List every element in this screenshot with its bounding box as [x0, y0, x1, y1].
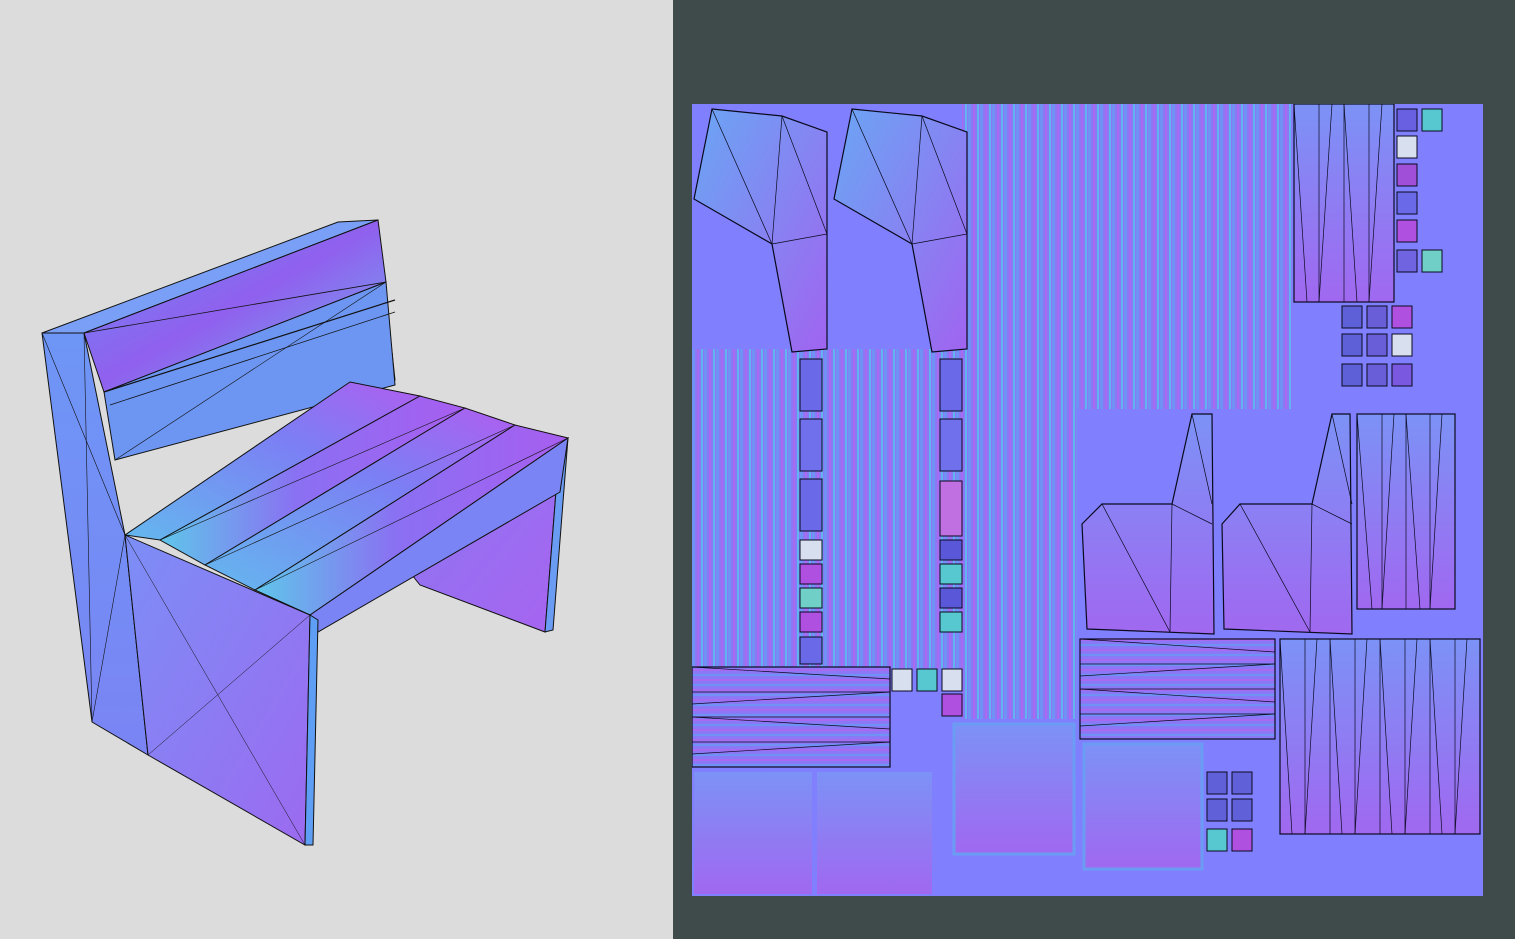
uv-editor-panel[interactable]: [673, 0, 1515, 939]
uv-layout: [692, 104, 1481, 894]
normal-map-texture[interactable]: [692, 104, 1483, 896]
3d-viewport[interactable]: [0, 0, 673, 939]
bench-model[interactable]: [0, 0, 673, 939]
